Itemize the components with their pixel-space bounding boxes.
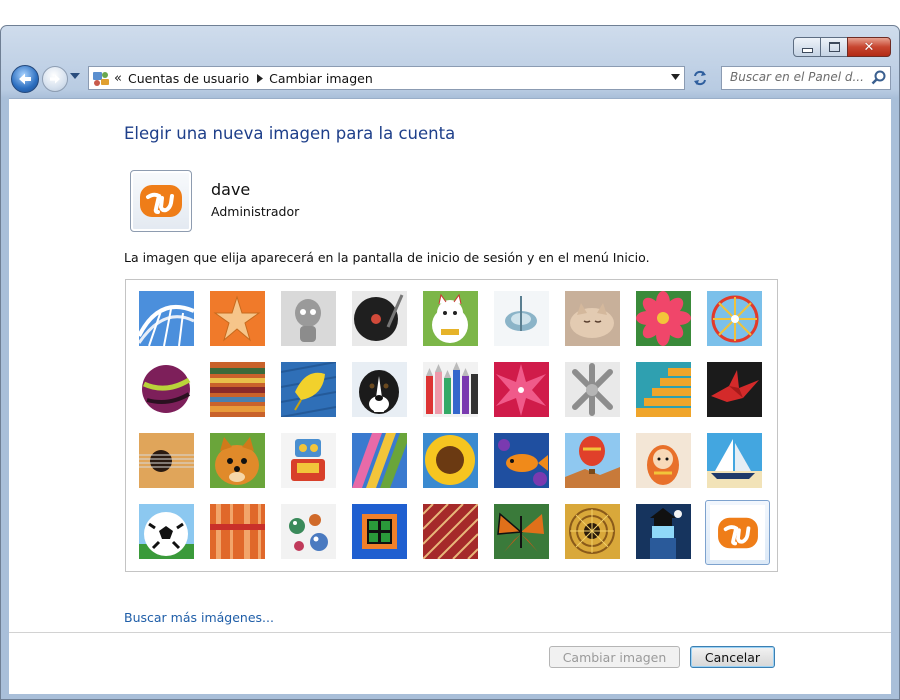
page-title: Elegir una nueva imagen para la cuenta	[124, 124, 456, 143]
refresh-icon	[694, 70, 706, 86]
close-icon: ✕	[863, 39, 875, 55]
picture-spinning-top[interactable]	[494, 291, 549, 346]
picture-starfish[interactable]	[210, 291, 265, 346]
picture-fabric[interactable]	[210, 362, 265, 417]
control-panel-window: ✕ « Cuentas de usuario Cambiar imagen Bu…	[0, 25, 900, 700]
refresh-button[interactable]	[689, 67, 711, 89]
control-panel-icon	[93, 72, 109, 86]
current-user-picture	[130, 170, 192, 232]
picture-stairs[interactable]	[636, 362, 691, 417]
content-pane: Elegir una nueva imagen para la cuenta d…	[9, 98, 891, 694]
forward-button[interactable]	[42, 66, 68, 92]
picture-ferris-wheel[interactable]	[707, 291, 762, 346]
search-input[interactable]	[722, 67, 868, 87]
back-button[interactable]	[11, 65, 39, 93]
picture-scarves[interactable]	[352, 433, 407, 488]
minimize-button[interactable]	[793, 37, 821, 57]
app-logo-icon	[140, 185, 182, 217]
user-role: Administrador	[211, 204, 300, 219]
close-button[interactable]: ✕	[847, 37, 891, 57]
address-bar[interactable]: « Cuentas de usuario Cambiar imagen	[88, 66, 685, 90]
forward-arrow-icon	[50, 74, 60, 84]
picture-fish[interactable]	[494, 433, 549, 488]
picture-kitten[interactable]	[565, 291, 620, 346]
footer-divider	[9, 632, 891, 633]
search-box[interactable]	[721, 66, 891, 90]
picture-app-logo-selected[interactable]	[705, 500, 770, 565]
picture-hot-air-balloon[interactable]	[565, 433, 620, 488]
picture-roller-coaster[interactable]	[139, 291, 194, 346]
picture-robot-figure[interactable]	[281, 291, 336, 346]
picture-lighthouse[interactable]	[636, 504, 691, 559]
search-icon[interactable]	[871, 70, 886, 85]
picture-rug[interactable]	[423, 504, 478, 559]
maximize-button[interactable]	[820, 37, 848, 57]
picture-jacks[interactable]	[565, 362, 620, 417]
picture-marbles[interactable]	[281, 504, 336, 559]
picture-crayons[interactable]	[423, 362, 478, 417]
picture-toy-robot[interactable]	[281, 433, 336, 488]
picture-doll[interactable]	[636, 433, 691, 488]
picture-butterfly[interactable]	[494, 504, 549, 559]
picture-dog[interactable]	[352, 362, 407, 417]
picture-guitar[interactable]	[139, 433, 194, 488]
description-text: La imagen que elija aparecerá en la pant…	[124, 250, 650, 265]
picture-sunflower[interactable]	[423, 433, 478, 488]
change-picture-button[interactable]: Cambiar imagen	[549, 646, 680, 668]
breadcrumb-separator-icon[interactable]	[257, 73, 264, 83]
breadcrumb-user-accounts[interactable]: Cuentas de usuario	[128, 71, 249, 86]
navigation-bar: « Cuentas de usuario Cambiar imagen	[1, 64, 899, 94]
picture-leaf[interactable]	[281, 362, 336, 417]
picture-textile[interactable]	[210, 504, 265, 559]
minimize-icon	[801, 47, 813, 53]
picture-puppy[interactable]	[210, 433, 265, 488]
caption-buttons: ✕	[793, 37, 891, 57]
recent-pages-dropdown[interactable]	[70, 73, 80, 79]
picture-lucky-cat[interactable]	[423, 291, 478, 346]
picture-grid	[125, 279, 778, 572]
picture-soccer-ball[interactable]	[139, 504, 194, 559]
picture-star[interactable]	[494, 362, 549, 417]
user-name: dave	[211, 180, 251, 199]
breadcrumb-overflow[interactable]: «	[114, 71, 122, 86]
picture-flower[interactable]	[636, 291, 691, 346]
back-arrow-icon	[19, 73, 31, 85]
breadcrumb-change-picture[interactable]: Cambiar imagen	[269, 71, 373, 86]
maximize-icon	[828, 42, 840, 52]
app-logo-icon	[717, 517, 758, 548]
browse-more-pictures-link[interactable]: Buscar más imágenes...	[124, 610, 274, 625]
picture-spiral[interactable]	[565, 504, 620, 559]
picture-window[interactable]	[352, 504, 407, 559]
picture-ball[interactable]	[139, 362, 194, 417]
picture-turntable[interactable]	[352, 291, 407, 346]
cancel-button[interactable]: Cancelar	[690, 646, 775, 668]
picture-sailboat[interactable]	[707, 433, 762, 488]
picture-paper-crane[interactable]	[707, 362, 762, 417]
chevron-down-icon[interactable]	[671, 74, 680, 80]
